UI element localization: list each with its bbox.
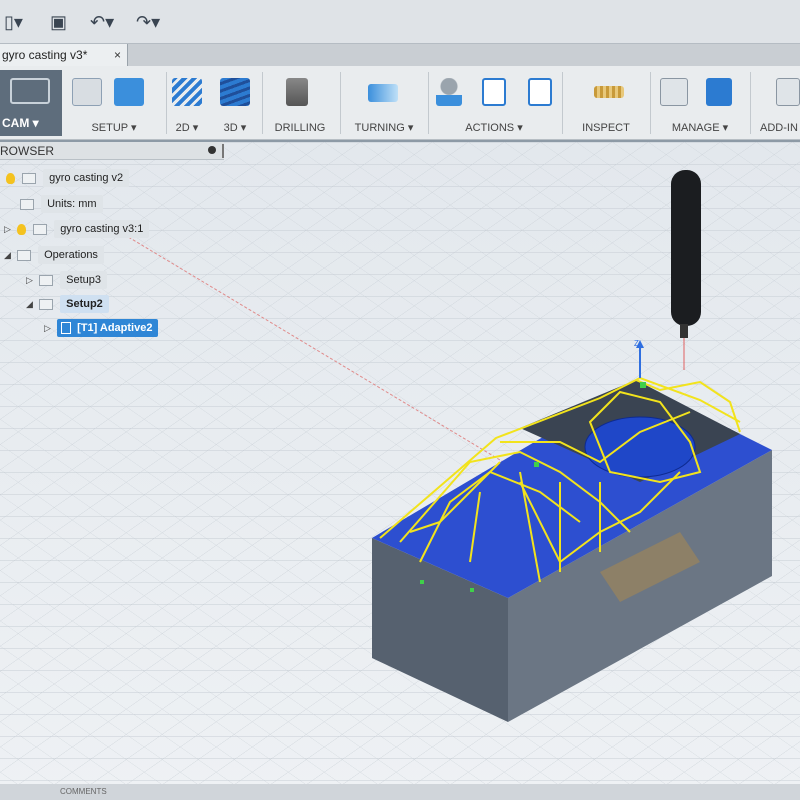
drilling-label: DRILLING [274, 122, 326, 134]
cam-workspace-icon [10, 78, 50, 104]
inspect-group[interactable]: INSPECT [568, 66, 644, 140]
turning-group[interactable]: TURNING ▾ [346, 66, 422, 140]
simulate-icon [436, 78, 462, 106]
tree-item-setup2[interactable]: ◢ Setup2 [26, 294, 109, 314]
file-icon[interactable]: ▯▾ [4, 10, 23, 34]
post-process-icon [482, 78, 506, 106]
document-tab-bar: gyro casting v3* × [0, 44, 800, 66]
browser-header[interactable]: ROWSER [0, 142, 224, 160]
inspect-label: INSPECT [582, 122, 630, 134]
collapse-icon[interactable]: ◢ [4, 245, 14, 265]
workspace-label: CAM ▾ [2, 116, 39, 130]
tree-item-label: Setup2 [60, 295, 109, 314]
tree-item-label: Operations [38, 246, 104, 265]
3d-toolpath-icon [220, 78, 250, 106]
tree-item-text: [T1] Adaptive2 [77, 322, 153, 335]
viewport-scene: Z [0, 142, 800, 800]
comments-bar[interactable]: COMMENTS [0, 784, 800, 800]
document-icon [22, 172, 37, 184]
scripts-icon [776, 78, 800, 106]
operations-folder-icon [17, 249, 32, 261]
canvas-viewport[interactable]: Z [0, 142, 800, 800]
toolbar-ribbon: CAM ▾ SETUP ▾ 2D ▾ 3D ▾ DRILLING TURNING… [0, 66, 800, 140]
actions-label: ACTIONS ▾ [465, 122, 523, 134]
component-icon [33, 223, 48, 235]
tree-item-label: gyro casting v2 [43, 169, 130, 188]
visibility-bulb-icon[interactable] [17, 223, 27, 235]
workspace-switcher[interactable]: CAM ▾ [0, 70, 62, 136]
drill-icon [286, 78, 308, 106]
quick-access-bar: ▯▾ ▣ ↶▾ ↷▾ [0, 0, 800, 44]
drilling-group[interactable]: DRILLING [268, 66, 332, 140]
comments-label: COMMENTS [60, 787, 107, 796]
3d-label: 3D ▾ [223, 122, 247, 134]
setup-sheet-icon [528, 78, 552, 106]
tree-item-adaptive2[interactable]: ▷ [T1] Adaptive2 [44, 318, 159, 338]
cutting-tool [671, 170, 701, 326]
units-folder-icon [20, 198, 34, 210]
template-icon [706, 78, 732, 106]
setup-label: SETUP ▾ [91, 122, 137, 134]
tree-item-label: Units: mm [41, 195, 103, 214]
addin-group[interactable]: ADD-IN [752, 66, 800, 140]
setup-folder-icon [39, 274, 54, 286]
tree-item-setup3[interactable]: ▷ Setup3 [26, 270, 107, 290]
manage-group[interactable]: MANAGE ▾ [654, 66, 746, 140]
tree-item-root[interactable]: gyro casting v2 [6, 168, 130, 188]
tree-item-component[interactable]: ▷ gyro casting v3:1 [4, 219, 150, 239]
tree-item-operations[interactable]: ◢ Operations [4, 245, 104, 265]
undo-icon[interactable]: ↶▾ [90, 10, 114, 34]
document-tab-title: gyro casting v3* [2, 48, 88, 62]
turning-icon [368, 84, 398, 102]
turning-label: TURNING ▾ [354, 122, 414, 134]
2d-toolpath-icon [172, 78, 202, 106]
pin-icon[interactable] [208, 146, 216, 154]
tree-item-units[interactable]: Units: mm [20, 194, 103, 214]
visibility-bulb-icon[interactable] [6, 172, 15, 184]
collapse-icon[interactable]: ◢ [26, 294, 36, 314]
save-icon[interactable]: ▣ [50, 10, 67, 34]
actions-group[interactable]: ACTIONS ▾ [432, 66, 556, 140]
browser-title: ROWSER [0, 144, 54, 158]
tree-item-label: [T1] Adaptive2 [57, 319, 159, 338]
setup-icon [72, 78, 102, 106]
tree-item-label: Setup3 [60, 271, 107, 290]
tool-tip [680, 324, 688, 338]
manage-label: MANAGE ▾ [671, 122, 729, 134]
setup-group[interactable]: SETUP ▾ [66, 66, 162, 140]
expand-icon[interactable]: ▷ [4, 219, 14, 239]
setup-folder-icon [39, 298, 54, 310]
close-icon[interactable]: × [114, 44, 121, 66]
2d-label: 2D ▾ [175, 122, 199, 134]
document-tab[interactable]: gyro casting v3* × [0, 44, 128, 66]
z-axis-label: Z [634, 339, 639, 348]
toolpath-op-icon [61, 322, 72, 335]
addin-label: ADD-IN [760, 122, 798, 134]
tool-library-icon [660, 78, 688, 106]
redo-icon[interactable]: ↷▾ [136, 10, 160, 34]
resize-handle[interactable] [222, 144, 224, 158]
measure-icon [594, 86, 624, 98]
2d-group[interactable]: 2D ▾ [168, 66, 206, 140]
3d-group[interactable]: 3D ▾ [214, 66, 256, 140]
expand-icon[interactable]: ▷ [26, 270, 36, 290]
setup-folder-icon [114, 78, 144, 106]
tree-item-label: gyro casting v3:1 [54, 220, 150, 239]
expand-icon[interactable]: ▷ [44, 318, 54, 338]
